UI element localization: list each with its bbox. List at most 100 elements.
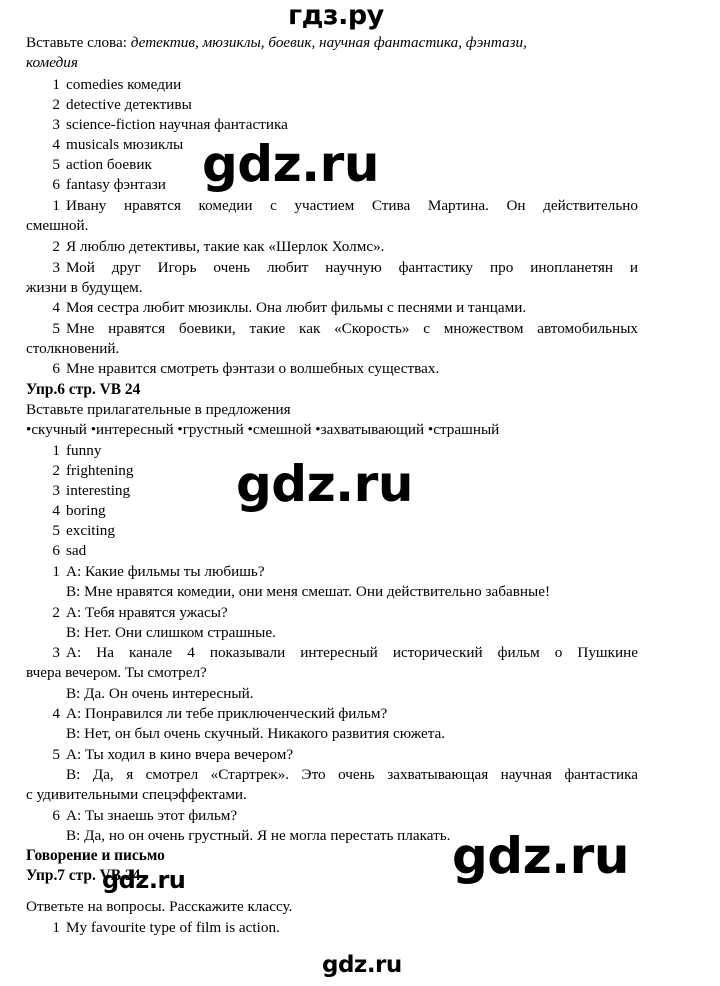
item-text: musicals мюзиклы: [66, 136, 184, 153]
item-number: 5: [52, 746, 60, 763]
ex7-section-heading: Говорение и письмо: [26, 847, 165, 864]
dialogue-line-b: B: Нет, он был очень скучный. Никакого р…: [66, 725, 446, 742]
item-number: 6: [52, 360, 60, 377]
item-text: Мне нравятся боевики, такие как «Скорост…: [66, 320, 638, 337]
list-item: 1 comedies комедии: [26, 75, 638, 95]
ex5-instruction-words: детектив, мюзиклы, боевик, научная фанта…: [130, 34, 527, 51]
watermark-top: гдз.ру: [288, 0, 384, 31]
item-text: Мой друг Игорь очень любит научную фанта…: [66, 259, 638, 276]
ex6-heading: Упр.6 стр. VB 24: [26, 381, 141, 398]
ex6-instruction: Вставьте прилагательные в предложения: [26, 401, 291, 418]
dialogue-line-b: B: Да, я смотрел «Стартрек». Это очень з…: [66, 766, 638, 783]
list-item: 1 My favourite type of film is action.: [26, 918, 638, 938]
dialogue-item: B: Да, но он очень грустный. Я не могла …: [26, 826, 638, 846]
list-item: 6 Мне нравится смотреть фэнтази о волшеб…: [26, 359, 638, 379]
list-item: 4 Моя сестра любит мюзиклы. Она любит фи…: [26, 298, 638, 318]
dialogue-line-b: B: Да. Он очень интересный.: [66, 685, 254, 702]
worksheet-page: гдз.ру gdz.ru gdz.ru gdz.ru gdz.ru gdz.r…: [0, 0, 720, 986]
item-number: 2: [52, 604, 60, 621]
list-item: 5 action боевик: [26, 155, 638, 175]
dialogue-item: B: Нет, он был очень скучный. Никакого р…: [26, 724, 638, 744]
dialogue-line-a: A: Тебя нравятся ужасы?: [66, 604, 228, 621]
item-number: 2: [52, 96, 60, 113]
item-number: 1: [52, 76, 60, 93]
item-text: exciting: [66, 522, 115, 539]
list-item: 3 science-fiction научная фантастика: [26, 115, 638, 135]
dialogue-line-b: B: Да, но он очень грустный. Я не могла …: [66, 827, 451, 844]
dialogue-item: B: Да, я смотрел «Стартрек». Это очень з…: [26, 765, 638, 785]
item-number: 4: [52, 705, 60, 722]
item-text: funny: [66, 442, 102, 459]
item-text: interesting: [66, 482, 131, 499]
item-number: 1: [52, 563, 60, 580]
list-item: 2 frightening: [26, 461, 638, 481]
item-text: action боевик: [66, 156, 152, 173]
item-text: comedies комедии: [66, 76, 182, 93]
ex7-heading: Упр.7 стр. VB 24: [26, 867, 141, 884]
item-number: 6: [52, 807, 60, 824]
item-number: 3: [52, 644, 60, 661]
item-text: Мне нравится смотреть фэнтази о волшебны…: [66, 360, 440, 377]
item-number: 4: [52, 502, 60, 519]
list-item: 2 detective детективы: [26, 95, 638, 115]
item-number: 1: [52, 919, 60, 936]
item-number: 5: [52, 156, 60, 173]
item-text: Я люблю детективы, такие как «Шерлок Хол…: [66, 238, 385, 255]
list-item: 4 musicals мюзиклы: [26, 135, 638, 155]
ex5-instruction-prefix: Вставьте слова:: [26, 34, 127, 51]
list-item: 6 sad: [26, 541, 638, 561]
dialogue-item: 2 A: Тебя нравятся ужасы?: [26, 603, 638, 623]
dialogue-item: 5 A: Ты ходил в кино вчера вечером?: [26, 745, 638, 765]
list-item: 1 Ивану нравятся комедии с участием Стив…: [26, 196, 638, 216]
dialogue-continuation: вчера вечером. Ты смотрел?: [26, 664, 207, 681]
item-number: 3: [52, 116, 60, 133]
dialogue-item: B: Нет. Они слишком страшные.: [26, 623, 638, 643]
ex5-instruction-words-line2: комедия: [26, 54, 78, 71]
item-text: sad: [66, 542, 87, 559]
item-number: 4: [52, 136, 60, 153]
item-number: 1: [52, 442, 60, 459]
item-number: 2: [52, 238, 60, 255]
continuation-line: смешной.: [26, 217, 89, 234]
item-text: Ивану нравятся комедии с участием Стива …: [66, 197, 638, 214]
item-text: Моя сестра любит мюзиклы. Она любит филь…: [66, 299, 527, 316]
item-number: 3: [52, 482, 60, 499]
continuation-line: жизни в будущем.: [26, 279, 143, 296]
item-number: 6: [52, 542, 60, 559]
item-text: fantasy фэнтази: [66, 176, 166, 193]
dialogue-line-b: B: Мне нравятся комедии, они меня смешат…: [66, 583, 551, 600]
ex7-instruction: Ответьте на вопросы. Расскажите классу.: [26, 898, 293, 915]
item-number: 5: [52, 320, 60, 337]
list-item: 5 Мне нравятся боевики, такие как «Скоро…: [26, 319, 638, 339]
dialogue-item: 4 A: Понравился ли тебе приключенческий …: [26, 704, 638, 724]
list-item: 5 exciting: [26, 521, 638, 541]
dialogue-line-a: A: Ты знаешь этот фильм?: [66, 807, 238, 824]
item-number: 4: [52, 299, 60, 316]
continuation-line: столкновений.: [26, 340, 120, 357]
item-text: science-fiction научная фантастика: [66, 116, 288, 133]
dialogue-item: 6 A: Ты знаешь этот фильм?: [26, 806, 638, 826]
item-number: 2: [52, 462, 60, 479]
item-text: detective детективы: [66, 96, 192, 113]
dialogue-continuation: с удивительными спецэффектами.: [26, 786, 247, 803]
item-number: 3: [52, 259, 60, 276]
watermark-bottom: gdz.ru: [322, 952, 402, 978]
dialogue-item: B: Да. Он очень интересный.: [26, 684, 638, 704]
list-item: 6 fantasy фэнтази: [26, 175, 638, 195]
item-text: boring: [66, 502, 106, 519]
item-number: 6: [52, 176, 60, 193]
dialogue-item: 1 A: Какие фильмы ты любишь?: [26, 562, 638, 582]
list-item: 2 Я люблю детективы, такие как «Шерлок Х…: [26, 237, 638, 257]
item-number: 5: [52, 522, 60, 539]
dialogue-line-b: B: Нет. Они слишком страшные.: [66, 624, 276, 641]
item-number: 1: [52, 197, 60, 214]
list-item: 3 Мой друг Игорь очень любит научную фан…: [26, 258, 638, 278]
item-text: My favourite type of film is action.: [66, 919, 280, 936]
dialogue-line-a: A: Понравился ли тебе приключенческий фи…: [66, 705, 388, 722]
dialogue-line-a: A: Какие фильмы ты любишь?: [66, 563, 265, 580]
list-item: 4 boring: [26, 501, 638, 521]
dialogue-item: 3 A: На канале 4 показывали интересный и…: [26, 643, 638, 663]
item-text: frightening: [66, 462, 134, 479]
list-item: 1 funny: [26, 441, 638, 461]
dialogue-line-a: A: Ты ходил в кино вчера вечером?: [66, 746, 294, 763]
